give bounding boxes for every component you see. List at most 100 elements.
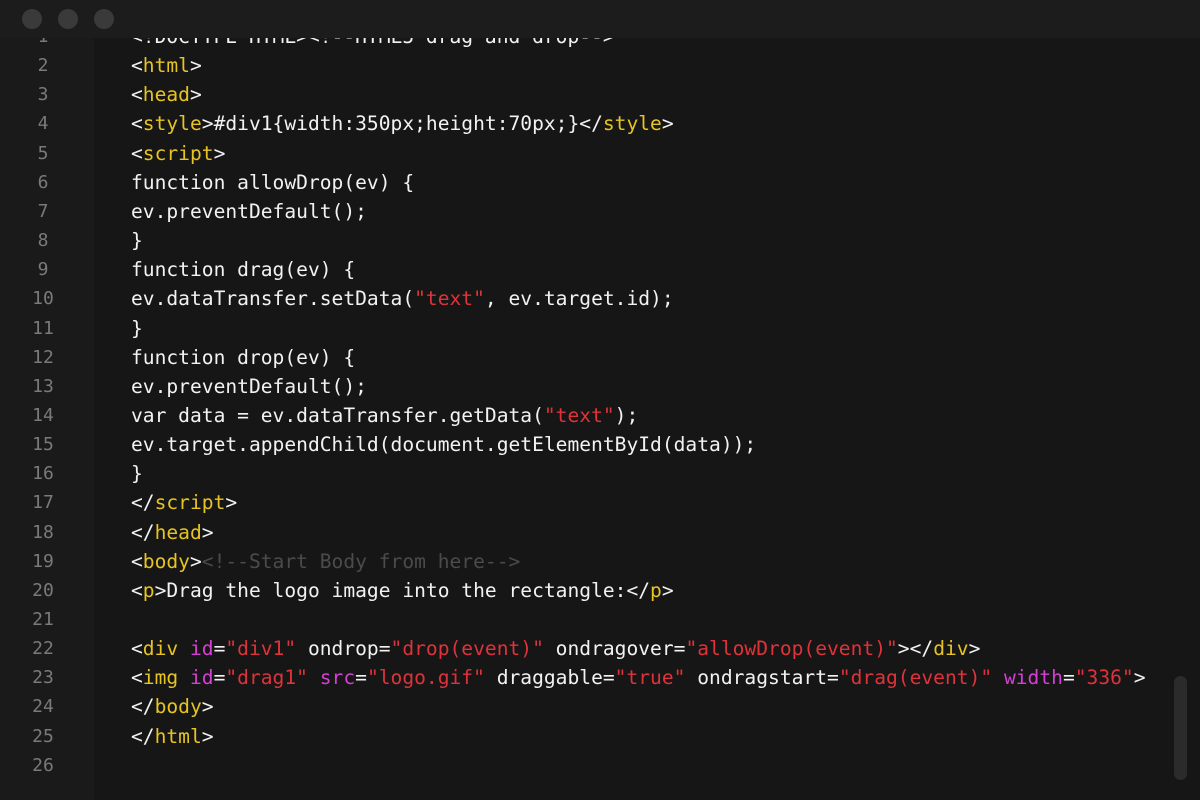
vertical-scrollbar[interactable]	[1174, 676, 1187, 780]
code-line[interactable]: 18 </head>	[0, 518, 1170, 547]
code-line[interactable]: 14 var data = ev.dataTransfer.getData("te…	[0, 401, 1170, 430]
code-line[interactable]: 4 <style>#div1{width:350px;height:70px;}<…	[0, 109, 1170, 138]
code-line[interactable]: 11}	[0, 314, 1170, 343]
code-token: =	[1062, 666, 1075, 690]
code-token: var data = ev.dataTransfer.getData(	[131, 403, 544, 427]
maximize-button[interactable]	[94, 9, 114, 29]
line-number: 4	[37, 113, 49, 135]
code-line[interactable]: 2 <html>	[0, 51, 1170, 80]
code-token: <	[131, 112, 143, 136]
code-line[interactable]: 5 <script>	[0, 139, 1170, 168]
code-token: >	[189, 549, 202, 573]
code-token: >	[201, 520, 214, 544]
code-line[interactable]: 12 function drop(ev) {	[0, 343, 1170, 372]
line-number: 7	[37, 200, 49, 222]
code-line[interactable]: 24 </body>	[0, 692, 1170, 721]
code-line[interactable]: 20 <p>Drag the logo image into the rectan…	[0, 576, 1170, 605]
code-text[interactable]: ev.dataTransfer.setData("text", ev.targe…	[131, 284, 674, 313]
tag-name-token: script	[154, 491, 226, 515]
code-line[interactable]: 13 ev.preventDefault();	[0, 372, 1170, 401]
code-token: >#div1{width:350px;height:70px;}</	[201, 112, 603, 136]
line-number: 10	[32, 288, 54, 310]
line-number: 3	[37, 84, 49, 106]
code-line[interactable]: 6 function allowDrop(ev) {	[0, 168, 1170, 197]
code-text[interactable]: <body><!--Start Body from here-->	[131, 547, 520, 576]
code-token: <	[131, 578, 143, 602]
string-token: "true"	[614, 666, 686, 690]
code-line[interactable]: 17 </script>	[0, 488, 1170, 517]
line-number: 26	[32, 754, 54, 776]
minimize-button[interactable]	[58, 9, 78, 29]
code-line[interactable]: 19 <body><!--Start Body from here-->	[0, 547, 1170, 576]
code-token: >	[968, 637, 981, 661]
code-line[interactable]: 8}	[0, 226, 1170, 255]
code-text[interactable]: </html>	[131, 722, 214, 751]
code-text[interactable]: function drop(ev) {	[131, 343, 355, 372]
code-text[interactable]: function allowDrop(ev) {	[131, 168, 414, 197]
tag-name-token: body	[142, 549, 190, 573]
code-token: }	[131, 462, 143, 486]
code-text[interactable]: }	[131, 226, 143, 255]
code-token: ></	[897, 637, 934, 661]
code-text[interactable]: </script>	[131, 488, 237, 517]
code-text[interactable]: <img id="drag1" src="logo.gif" draggable…	[131, 663, 1146, 692]
code-text[interactable]: </head>	[131, 518, 214, 547]
code-token: <	[131, 141, 143, 165]
code-text[interactable]: <head>	[131, 80, 202, 109]
attribute-token: id	[189, 666, 214, 690]
tag-name-token: img	[142, 666, 179, 690]
code-text[interactable]: ev.preventDefault();	[131, 372, 367, 401]
code-text[interactable]: ev.target.appendChild(document.getElemen…	[131, 430, 756, 459]
attribute-token: id	[189, 637, 214, 661]
code-line[interactable]: 25 </html>	[0, 722, 1170, 751]
close-button[interactable]	[22, 9, 42, 29]
line-number: 8	[37, 230, 49, 251]
code-line[interactable]: 9 function drag(ev) {	[0, 255, 1170, 284]
code-line[interactable]: 23 <img id="drag1" src="logo.gif" draggab…	[0, 663, 1170, 692]
string-token: "text"	[543, 403, 615, 427]
line-number: 11	[32, 317, 54, 339]
code-token: ondrop=	[296, 637, 391, 661]
code-text[interactable]: <p>Drag the logo image into the rectangl…	[131, 576, 674, 605]
code-editor[interactable]: 1<!DOCTYPE HTML><!--HTML5 drag and drop-…	[0, 0, 1200, 800]
code-line[interactable]: 3 <head>	[0, 80, 1170, 109]
code-text[interactable]: }	[131, 314, 143, 343]
line-number: 14	[32, 404, 54, 426]
code-text[interactable]: <script>	[131, 139, 225, 168]
code-line[interactable]: 10 ev.dataTransfer.setData("text", ev.tar…	[0, 284, 1170, 313]
code-line[interactable]: 22 <div id="div1" ondrop="drop(event)" on…	[0, 634, 1170, 663]
line-number: 24	[32, 696, 54, 718]
code-text[interactable]: ev.preventDefault();	[131, 197, 367, 226]
code-text[interactable]: }	[131, 459, 143, 488]
code-token: }	[131, 316, 143, 340]
line-number: 22	[32, 638, 54, 660]
tag-name-token: p	[142, 578, 155, 602]
string-token: "336"	[1074, 666, 1134, 690]
code-token: >	[189, 54, 202, 78]
line-number: 6	[37, 171, 49, 193]
code-token: , ev.target.id);	[484, 287, 674, 311]
line-number: 16	[32, 463, 54, 485]
code-text[interactable]: <html>	[131, 51, 202, 80]
code-line[interactable]: 15 ev.target.appendChild(document.getElem…	[0, 430, 1170, 459]
code-token: ev.target.appendChild(document.getElemen…	[131, 433, 757, 457]
code-text[interactable]: </body>	[131, 692, 214, 721]
code-token: ev.preventDefault();	[131, 199, 367, 223]
code-token: <	[131, 666, 143, 690]
code-token: =	[213, 637, 226, 661]
code-text[interactable]: function drag(ev) {	[131, 255, 355, 284]
code-token: >	[225, 491, 238, 515]
tag-name-token: head	[142, 83, 190, 107]
tag-name-token: html	[142, 54, 190, 78]
code-line[interactable]: 7 ev.preventDefault();	[0, 197, 1170, 226]
code-line[interactable]: 21	[0, 605, 1170, 634]
code-text[interactable]: var data = ev.dataTransfer.getData("text…	[131, 401, 638, 430]
code-text[interactable]: <style>#div1{width:350px;height:70px;}</…	[131, 109, 674, 138]
code-line[interactable]: 26	[0, 751, 1170, 780]
code-text[interactable]: <div id="div1" ondrop="drop(event)" ondr…	[131, 634, 980, 663]
code-token: </	[131, 724, 155, 748]
code-editor-window: 1<!DOCTYPE HTML><!--HTML5 drag and drop-…	[0, 0, 1200, 800]
code-line[interactable]: 16}	[0, 459, 1170, 488]
